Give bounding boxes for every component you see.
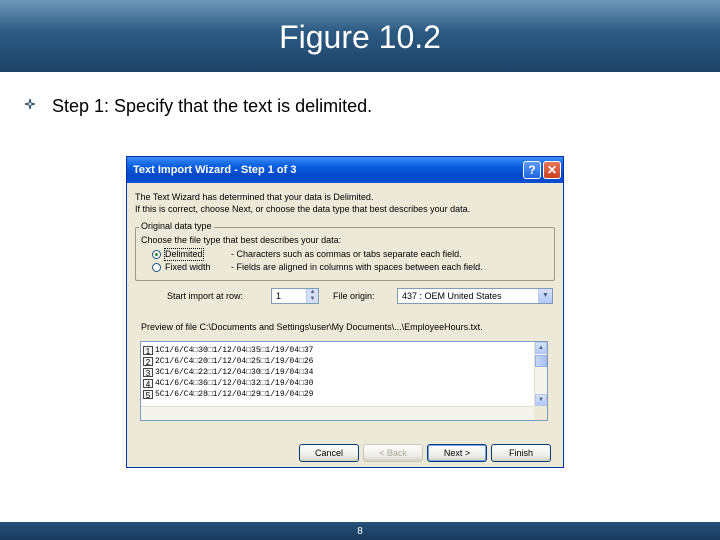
- row-number: 3: [143, 368, 153, 378]
- cancel-button[interactable]: Cancel: [299, 444, 359, 462]
- scrollbar-corner: [534, 406, 547, 420]
- horizontal-scrollbar[interactable]: [141, 406, 535, 420]
- row-number: 2: [143, 357, 153, 367]
- finish-button[interactable]: Finish: [491, 444, 551, 462]
- preview-row: 2 2C1/6/C4□20□1/12/04□25□1/19/04□26: [141, 357, 535, 367]
- row-text: 2C1/6/C4□20□1/12/04□25□1/19/04□26: [155, 357, 314, 366]
- fixed-width-description: - Fields are aligned in columns with spa…: [231, 262, 483, 272]
- text-import-wizard-dialog: Text Import Wizard - Step 1 of 3 ? ✕ The…: [126, 156, 564, 468]
- scroll-thumb[interactable]: [535, 355, 547, 367]
- slide-footer-bar: 8: [0, 522, 720, 540]
- file-origin-value: 437 : OEM United States: [402, 291, 502, 301]
- delimited-label[interactable]: Delimited: [164, 248, 204, 261]
- start-row-stepper[interactable]: 1 ▲ ▼: [271, 288, 319, 304]
- dialog-title: Text Import Wizard - Step 1 of 3: [133, 164, 297, 176]
- fixed-width-radio[interactable]: [152, 263, 161, 272]
- start-row-label: Start import at row:: [167, 291, 244, 301]
- preview-row: 4 4C1/6/C4□36□1/12/04□32□1/19/04□30: [141, 379, 535, 389]
- fixed-width-label[interactable]: Fixed width: [165, 262, 211, 273]
- slide-title: Figure 10.2: [279, 19, 441, 55]
- file-origin-select[interactable]: 437 : OEM United States ▼: [397, 288, 553, 304]
- row-text: 1C1/6/C4□30□1/12/04□35□1/19/04□37: [155, 346, 314, 355]
- row-number: 4: [143, 379, 153, 389]
- delimited-description: - Characters such as commas or tabs sepa…: [231, 249, 462, 259]
- file-origin-label: File origin:: [333, 291, 375, 301]
- slide-title-bar: Figure 10.2: [0, 0, 720, 72]
- close-button[interactable]: ✕: [543, 161, 561, 179]
- vertical-scrollbar[interactable]: ▲ ▼: [534, 342, 547, 406]
- back-button[interactable]: < Back: [363, 444, 423, 462]
- preview-row: 5 5C1/6/C4□28□1/12/04□29□1/19/04□29: [141, 390, 535, 400]
- delimited-radio[interactable]: [152, 250, 161, 259]
- row-text: 5C1/6/C4□28□1/12/04□29□1/19/04□29: [155, 390, 314, 399]
- scroll-up-icon[interactable]: ▲: [535, 342, 547, 354]
- row-text: 3C1/6/C4□22□1/12/04□30□1/19/04□34: [155, 368, 314, 377]
- bullet-text: Step 1: Specify that the text is delimit…: [52, 96, 373, 116]
- group-label: Original data type: [139, 221, 214, 232]
- file-preview-pane[interactable]: 1 1C1/6/C4□30□1/12/04□35□1/19/04□37 2 2C…: [140, 341, 548, 421]
- scroll-down-icon[interactable]: ▼: [535, 394, 547, 406]
- help-button[interactable]: ?: [523, 161, 541, 179]
- dialog-title-bar[interactable]: Text Import Wizard - Step 1 of 3 ? ✕: [127, 157, 563, 183]
- page-number: 8: [357, 526, 363, 537]
- preview-row: 1 1C1/6/C4□30□1/12/04□35□1/19/04□37: [141, 346, 535, 356]
- start-row-value: 1: [276, 291, 282, 301]
- intro-line-1: The Text Wizard has determined that your…: [135, 192, 374, 202]
- diamond-bullet-icon: [24, 98, 36, 110]
- group-prompt: Choose the file type that best describes…: [141, 235, 342, 245]
- preview-row: 3 3C1/6/C4□22□1/12/04□30□1/19/04□34: [141, 368, 535, 378]
- row-text: 4C1/6/C4□36□1/12/04□32□1/19/04□30: [155, 379, 314, 388]
- row-number: 5: [143, 390, 153, 400]
- row-number: 1: [143, 346, 153, 356]
- next-button[interactable]: Next >: [427, 444, 487, 462]
- intro-line-2: If this is correct, choose Next, or choo…: [135, 204, 471, 214]
- spin-arrows-icon[interactable]: ▲ ▼: [306, 289, 318, 303]
- preview-label: Preview of file C:\Documents and Setting…: [141, 322, 483, 332]
- chevron-down-icon[interactable]: ▼: [538, 289, 552, 303]
